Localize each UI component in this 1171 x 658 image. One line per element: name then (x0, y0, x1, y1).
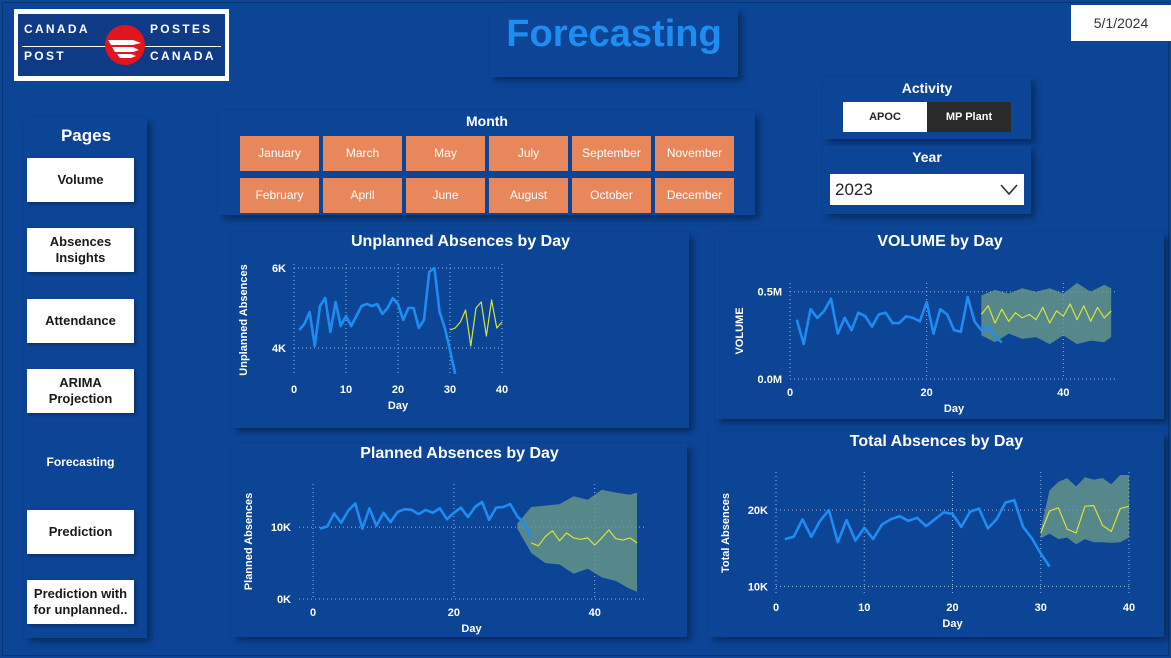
y-axis-label: Total Absences (720, 493, 732, 573)
chart-plot: 0.0M 0.5M 0 20 40 Day VOLUME (734, 283, 1118, 415)
month-button-august[interactable]: August (489, 178, 568, 213)
pages-navigation: Pages Volume Absences Insights Attendanc… (25, 118, 147, 638)
logo-word: CANADA (150, 49, 216, 63)
report-canvas: CANADA POSTES POST CANADA Forecasting 5/… (2, 2, 1171, 656)
chart-plot: 10K 20K 0 10 20 30 40 Day Total Absences (720, 472, 1135, 630)
y-tick-label: 0.0M (758, 374, 782, 386)
month-button-november[interactable]: November (655, 136, 734, 171)
logo-word: POST (24, 49, 66, 63)
month-button-september[interactable]: September (572, 136, 651, 171)
activity-slicer: Activity APOC MP Plant (823, 77, 1031, 139)
chevron-down-icon (1000, 184, 1018, 196)
x-tick-label: 0 (291, 384, 297, 396)
y-tick-label: 6K (272, 263, 286, 275)
actual-series-line (795, 295, 1003, 346)
forecast-confidence-band (981, 283, 1112, 345)
x-tick-label: 10 (340, 384, 352, 396)
eagle-logo-icon (105, 25, 145, 65)
logo-word: POSTES (150, 22, 213, 36)
x-tick-label: 20 (921, 387, 933, 399)
month-slicer-label: Month (466, 113, 508, 129)
y-axis-label: Unplanned Absences (238, 264, 250, 375)
x-tick-label: 20 (448, 607, 460, 619)
actual-series-line (298, 266, 457, 375)
page-title-card: Forecasting (490, 9, 738, 77)
y-axis-label: Planned Absences (243, 493, 255, 590)
x-axis-label: Day (461, 623, 482, 635)
chart-total-absences: Total Absences by Day 10K 20K 0 10 20 30 40 Day… (709, 432, 1164, 637)
chart-plot: 4K 6K 0 10 20 30 40 Day Unplanned Absences (238, 263, 508, 412)
month-button-july[interactable]: July (489, 136, 568, 171)
y-tick-label: 0K (277, 594, 291, 606)
canada-post-logo: CANADA POSTES POST CANADA (14, 9, 229, 81)
nav-button-prediction-unplanned[interactable]: Prediction with for unplanned.. (27, 580, 134, 624)
y-axis-label: VOLUME (734, 307, 746, 354)
month-button-june[interactable]: June (406, 178, 485, 213)
chart-unplanned-absences: Unplanned Absences by Day 4K 6K 0 10 20 30 40 D… (232, 232, 689, 428)
x-axis-label: Day (388, 400, 409, 412)
chart-planned-absences: Planned Absences by Day 0K 10K 0 20 40 Day Pla… (232, 444, 687, 637)
chart-plot: 0K 10K 0 20 40 Day Planned Absences (243, 484, 644, 635)
month-button-february[interactable]: February (240, 178, 319, 213)
y-tick-label: 4K (272, 343, 286, 355)
year-dropdown[interactable]: 2023 (830, 174, 1024, 205)
x-tick-label: 0 (773, 602, 779, 614)
y-tick-label: 10K (271, 522, 291, 534)
month-button-january[interactable]: January (240, 136, 319, 171)
report-date: 5/1/2024 (1071, 5, 1171, 41)
x-tick-label: 40 (496, 384, 508, 396)
year-slicer-label: Year (912, 149, 942, 165)
pages-heading: Pages (60, 126, 112, 145)
nav-button-volume[interactable]: Volume (27, 158, 134, 202)
x-tick-label: 10 (858, 602, 870, 614)
x-tick-label: 40 (1057, 387, 1069, 399)
forecast-confidence-band (517, 489, 637, 592)
x-tick-label: 30 (1035, 602, 1047, 614)
nav-button-prediction[interactable]: Prediction (27, 510, 134, 554)
nav-button-absences-insights[interactable]: Absences Insights (27, 228, 134, 272)
activity-button-mp-plant[interactable]: MP Plant (927, 102, 1011, 132)
activity-slicer-label: Activity (901, 80, 953, 96)
nav-button-forecasting[interactable]: Forecasting (27, 440, 134, 484)
actual-series-line (319, 500, 533, 538)
month-button-october[interactable]: October (572, 178, 651, 213)
y-tick-label: 0.5M (758, 287, 782, 299)
logo-background: CANADA POSTES POST CANADA (18, 14, 225, 76)
month-button-april[interactable]: April (323, 178, 402, 213)
month-button-may[interactable]: May (406, 136, 485, 171)
x-axis-label: Day (942, 618, 963, 630)
x-tick-label: 20 (392, 384, 404, 396)
x-tick-label: 0 (310, 607, 316, 619)
page-title: Forecasting (506, 13, 722, 55)
chart-volume: VOLUME by Day 0.0M 0.5M 0 20 40 Day VOLUME (716, 232, 1164, 419)
month-button-march[interactable]: March (323, 136, 402, 171)
x-axis-label: Day (944, 403, 965, 415)
year-slicer: Year 2023 (823, 146, 1031, 214)
nav-button-attendance[interactable]: Attendance (27, 299, 134, 343)
x-tick-label: 0 (787, 387, 793, 399)
y-tick-label: 10K (748, 581, 768, 593)
x-tick-label: 40 (1123, 602, 1135, 614)
x-tick-label: 40 (589, 607, 601, 619)
x-tick-label: 30 (444, 384, 456, 396)
nav-button-arima-projection[interactable]: ARIMA Projection (27, 369, 134, 413)
y-tick-label: 20K (748, 505, 768, 517)
activity-button-apoc[interactable]: APOC (843, 102, 927, 132)
month-button-december[interactable]: December (655, 178, 734, 213)
x-tick-label: 20 (946, 602, 958, 614)
year-dropdown-value: 2023 (835, 180, 873, 199)
month-slicer: Month January March May July September N… (219, 111, 755, 215)
forecast-series-line (449, 299, 503, 347)
logo-word: CANADA (24, 22, 90, 36)
